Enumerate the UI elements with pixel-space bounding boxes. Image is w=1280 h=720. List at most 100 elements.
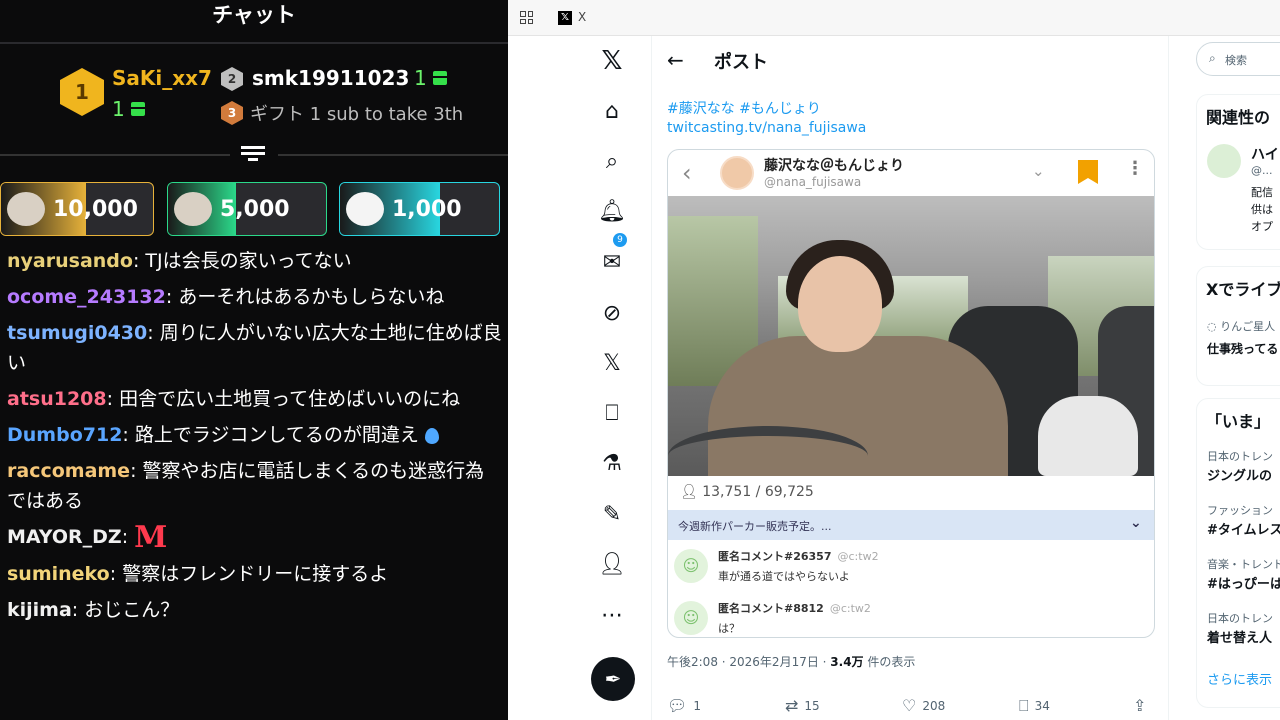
post-timestamp[interactable]: 午後2:08 · 2026年2月17日 · [667,655,826,669]
chat-text: おじこん？ [84,598,180,621]
chevron-down-icon: ⌄ [1032,162,1045,180]
browser-window: 𝕏 X 𝕏 ⌂ ⌕ 🔔︎ 9 ✉ ⊘ 𝕏 ⎕ ⚗ ✎ 👤︎ ⋯ ✒ ← ポスト … [508,0,1280,720]
bookmarks-icon[interactable]: ⎕ [599,400,625,426]
chat-message: ocome_243132: あーそれはあるかもしらないね [7,286,445,308]
chat-username[interactable]: ocome_243132 [7,286,166,308]
chat-text: 路上でラジコンしてるのが間違え [134,424,419,446]
chat-username[interactable]: raccomame [7,460,130,482]
chat-message: raccomame: 警察やお店に電話しまくるのも迷惑行為ではある [7,460,485,512]
related-avatar[interactable] [1207,144,1241,178]
bookmark-icon: ⎕ [1019,696,1029,715]
more-options-icon[interactable]: ⋯ [599,602,625,628]
gift-item-icon [174,192,212,226]
trend-item[interactable]: #はっぴーは [1207,573,1280,592]
live-title: Xでライブ [1206,280,1280,299]
trend-item[interactable]: #タイムレス [1207,519,1280,538]
tab-grid-icon[interactable] [520,11,533,24]
stream-comment: ☺ 匿名コメント#8812 @c:tw2 は？ [668,594,1154,637]
chat-username[interactable]: tsumugi0430 [7,322,147,344]
notification-count-badge: 9 [613,233,627,247]
x-logo-icon[interactable]: 𝕏 [599,46,625,76]
chat-message: tsumugi0430: 周りに人がいない広大な土地に住めば良い [7,322,502,374]
chat-message: Dumbo712: 路上でラジコンしてるのが間違え [7,420,502,450]
notifications-bell-icon[interactable]: 🔔︎ [598,198,626,224]
post-link[interactable]: twitcasting.tv/nana_fujisawa [667,120,866,136]
emote-m-icon: M [134,519,168,555]
chat-username[interactable]: MAYOR_DZ [7,526,122,548]
home-icon[interactable]: ⌂ [599,98,625,124]
chat-username[interactable]: atsu1208 [7,388,107,410]
streamer-handle: @nana_fujisawa [764,175,862,189]
chevron-down-icon: ⌄ [1130,515,1142,531]
bookmark-button[interactable]: ⎕ 34 [1019,696,1050,716]
repost-button[interactable]: ⇄ 15 [785,696,820,715]
messages-mail-icon[interactable]: ✉ [599,249,625,275]
trend-category: 日本のトレン [1207,612,1273,625]
gold-medal-icon: 1 [60,68,104,116]
stream-video-frame [668,196,1154,476]
chat-message: kijima: おじこん？ [7,598,180,621]
search-icon: ⌕ [1209,51,1216,65]
top-gifter-2-name[interactable]: smk19911023 [252,66,409,90]
repost-icon: ⇄ [785,696,799,715]
grok-icon[interactable]: ⊘ [599,300,625,326]
trend-category: ファッション [1207,504,1273,517]
collapse-icon[interactable] [241,146,265,166]
profile-icon[interactable]: 👤︎ [598,551,626,577]
x-left-nav: 𝕏 ⌂ ⌕ 🔔︎ 9 ✉ ⊘ 𝕏 ⎕ ⚗ ✎ 👤︎ ⋯ [578,36,648,720]
chat-username[interactable]: nyarusando [7,250,133,272]
compose-post-button[interactable]: ✒ [591,657,635,701]
tab-bar: 𝕏 X [508,0,1280,36]
embed-header: ‹ 藤沢なな＠もんじょり @nana_fujisawa ⌄ ⋮ [668,150,1154,196]
trend-item[interactable]: ジングルの [1207,465,1272,484]
post-media-screenshot[interactable]: ‹ 藤沢なな＠もんじょり @nana_fujisawa ⌄ ⋮ 👤︎ 13,75… [667,149,1155,638]
chat-username[interactable]: kijima [7,599,72,621]
gift-tier-10000[interactable]: 10,000 [0,182,154,236]
reply-icon: 💬︎ [667,696,688,715]
gift-tier-1000[interactable]: 1,000 [339,182,500,236]
share-icon: ⇪ [1133,696,1147,715]
post-hashtags[interactable]: #藤沢なな #もんじょり [667,98,821,118]
tab-title[interactable]: X [578,10,586,24]
chat-message: MAYOR_DZ: M [7,519,168,555]
chat-username[interactable]: Dumbo712 [7,424,122,446]
related-name[interactable]: ハイ [1251,144,1279,164]
viewer-stats: 👤︎ 13,751 / 69,725 [680,484,814,500]
anon-avatar-icon: ☺ [674,549,708,583]
jobs-flask-icon[interactable]: ⚗ [599,450,625,476]
trending-card [1196,398,1280,708]
articles-edit-icon[interactable]: ✎ [599,501,625,527]
trend-category: 音楽・トレンド [1207,558,1280,571]
top-gifter-1-count: 1 [112,97,145,121]
gift-icon [130,102,145,116]
chat-username[interactable]: sumineko [7,563,110,585]
explore-search-icon[interactable]: ⌕ [599,148,625,174]
bronze-medal-icon: 3 [221,101,243,125]
trend-category: 日本のトレン [1207,450,1273,463]
gift-tier-5000[interactable]: 5,000 [167,182,327,236]
like-button[interactable]: ♡ 208 [902,696,945,715]
share-button[interactable]: ⇪ [1133,696,1146,715]
back-arrow-icon[interactable]: ← [667,48,684,72]
related-bio: 配信 供は オプ [1251,186,1273,233]
premium-x-icon[interactable]: 𝕏 [599,350,625,376]
third-place-gift-prompt[interactable]: ギフト 1 sub to take 3th [250,100,463,126]
tier-value: 10,000 [53,196,138,222]
live-space-title[interactable]: 仕事残ってる [1207,340,1278,357]
comment-author: 匿名コメント#26357 @c:tw2 [718,550,879,563]
search-placeholder: 検索 [1225,54,1247,67]
x-right-sidebar: ⌕ 検索 関連性の ハイ @... 配信 供は オプ Xでライブ ◌ りんご星人… [1193,36,1280,720]
post-detail-column: ← ポスト #藤沢なな #もんじょり twitcasting.tv/nana_f… [651,36,1169,720]
post-actions: 💬︎ 1 ⇄ 15 ♡ 208 ⎕ 34 ⇪ [667,696,1157,720]
gift-icon [432,71,447,85]
comment-author: 匿名コメント#8812 @c:tw2 [718,602,871,615]
live-host: ◌ りんご星人 [1207,320,1276,333]
announcement-banner: 今週新作パーカー販売予定。... ⌄ [668,510,1154,540]
sweat-drop-icon [424,427,439,444]
show-more-link[interactable]: さらに表示 [1207,669,1272,688]
comment-text: 車が通る道ではやらないよ [718,570,850,583]
search-input[interactable]: ⌕ 検索 [1196,42,1280,76]
top-gifter-1-name[interactable]: SaKi_xx7 [112,66,212,90]
reply-button[interactable]: 💬︎ 1 [667,696,701,715]
trend-item[interactable]: 着せ替え人 [1207,627,1272,646]
